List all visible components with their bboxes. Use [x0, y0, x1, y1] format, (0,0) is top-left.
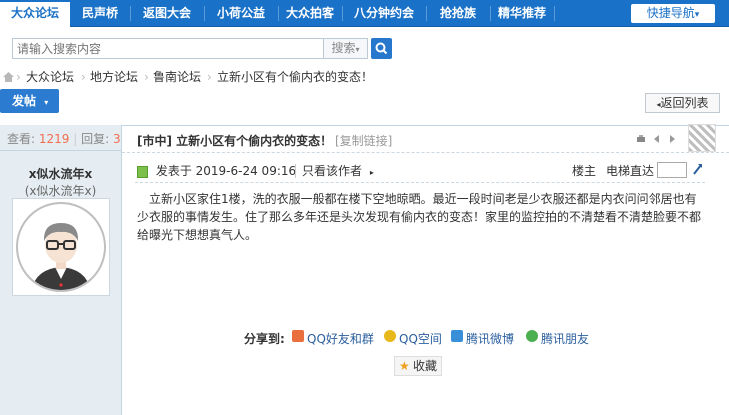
post-title: [市中] 立新小区有个偷内衣的变态！ [137, 134, 333, 148]
share-qzone[interactable]: QQ空间 [399, 330, 442, 347]
qrcode-icon[interactable] [688, 124, 716, 152]
top-nav-bar: 大众论坛 民声桥 返图大会 小荷公益 大众拍客 八分钟约会 抢抢族 精华推荐 快… [0, 0, 729, 27]
new-post-label: 发帖 [12, 94, 37, 108]
nav-divider [278, 6, 279, 21]
nav-item-qiangqiang[interactable]: 抢抢族 [430, 0, 486, 27]
stats-divider: | [73, 132, 82, 146]
nav-divider [490, 6, 491, 21]
nav-item-featured[interactable]: 精华推荐 [494, 0, 550, 27]
print-icon[interactable] [636, 134, 646, 144]
share-tencent-weibo[interactable]: 腾讯微博 [466, 330, 514, 347]
nav-item-eight-minute-date[interactable]: 八分钟约会 [346, 0, 422, 27]
nav-divider [204, 6, 205, 21]
post-date: 发表于 2019-6-24 09:16 [155, 164, 297, 178]
breadcrumb-current: 立新小区有个偷内衣的变态！ [217, 70, 374, 84]
favorite-label: 收藏 [413, 359, 438, 373]
search-type-select[interactable]: 搜索▾ [324, 38, 368, 59]
quick-nav-button[interactable]: 快捷导航▾ [631, 4, 715, 23]
replies-label: 回复: [81, 132, 110, 146]
elevator-floor-input[interactable] [657, 162, 687, 178]
views-label: 查看: [7, 132, 36, 146]
return-list-label: 返回列表 [660, 96, 709, 110]
breadcrumb-item[interactable]: 鲁南论坛 [153, 68, 201, 86]
home-icon[interactable] [3, 72, 14, 82]
nav-item-photographer[interactable]: 大众拍客 [282, 0, 338, 27]
qzone-icon [384, 330, 396, 342]
breadcrumb-separator: › [144, 70, 149, 84]
nav-divider [342, 6, 343, 21]
return-list-button[interactable]: ◂返回列表 [645, 93, 720, 113]
views-count: 1219 [38, 132, 70, 146]
breadcrumb-separator: › [16, 70, 21, 84]
only-author-label: 只看该作者 [302, 164, 363, 178]
prev-thread-icon[interactable] [652, 134, 662, 144]
breadcrumb-separator: › [207, 70, 212, 84]
nav-divider [130, 6, 131, 21]
floor-label: 楼主 [572, 164, 597, 178]
new-post-button[interactable]: 发帖 ▾ [0, 89, 59, 113]
only-author-link[interactable]: 只看该作者 ▸ [302, 162, 374, 180]
qq-friends-icon [292, 330, 304, 342]
tencent-friends-icon [526, 330, 538, 342]
nav-item-minsheng-bridge[interactable]: 民声桥 [74, 0, 126, 27]
chevron-down-icon: ▾ [355, 45, 360, 54]
quick-nav-label: 快捷导航 [646, 6, 695, 20]
chevron-down-icon: ▾ [44, 98, 49, 107]
elevator-label: 电梯直达 [606, 164, 655, 178]
author-name[interactable]: x似水流年x [0, 165, 121, 182]
avatar[interactable] [12, 198, 110, 296]
search-input[interactable] [12, 38, 324, 59]
post-author-badge-icon [137, 165, 148, 178]
search-icon [375, 42, 388, 55]
search-type-label: 搜索 [331, 41, 356, 55]
breadcrumb-separator: › [81, 70, 86, 84]
favorite-button[interactable]: ★ 收藏 [394, 356, 442, 376]
nav-divider [554, 6, 555, 21]
chevron-down-icon: ▾ [694, 10, 700, 20]
breadcrumb-item[interactable]: 地方论坛 [90, 68, 138, 86]
breadcrumb-item[interactable]: 大众论坛 [26, 68, 74, 86]
nav-item-xiaohe-charity[interactable]: 小荷公益 [208, 0, 274, 27]
go-arrow-icon[interactable] [692, 162, 704, 176]
post-stats: 查看: 1219 | 回复: 3 [0, 127, 121, 151]
author-subname: (x似水流年x) [24, 184, 97, 198]
default-avatar-icon [16, 202, 106, 292]
post-meta: 发表于 2019-6-24 09:16 [137, 162, 296, 180]
share-label: 分享到: [244, 332, 285, 346]
post-content: 立新小区家住1楼，洗的衣服一般都在楼下空地晾晒。最近一段时间老是少衣服还都是内衣… [137, 192, 702, 242]
share-tencent-friends[interactable]: 腾讯朋友 [541, 330, 589, 347]
next-thread-icon[interactable] [667, 134, 677, 144]
meta-divider [295, 164, 296, 178]
share-qq-friends[interactable]: QQ好友和群 [307, 330, 374, 347]
replies-count: 3 [112, 132, 121, 146]
star-icon: ★ [399, 359, 410, 373]
tencent-weibo-icon [451, 330, 463, 342]
chevron-right-icon: ▸ [369, 168, 374, 177]
nav-item-photo-return[interactable]: 返图大会 [134, 0, 200, 27]
nav-item-dazhong-forum[interactable]: 大众论坛 [0, 0, 70, 27]
nav-divider [426, 6, 427, 21]
content-divider [135, 182, 705, 183]
copy-link-button[interactable]: [复制链接] [335, 132, 392, 149]
search-button[interactable] [371, 38, 392, 59]
